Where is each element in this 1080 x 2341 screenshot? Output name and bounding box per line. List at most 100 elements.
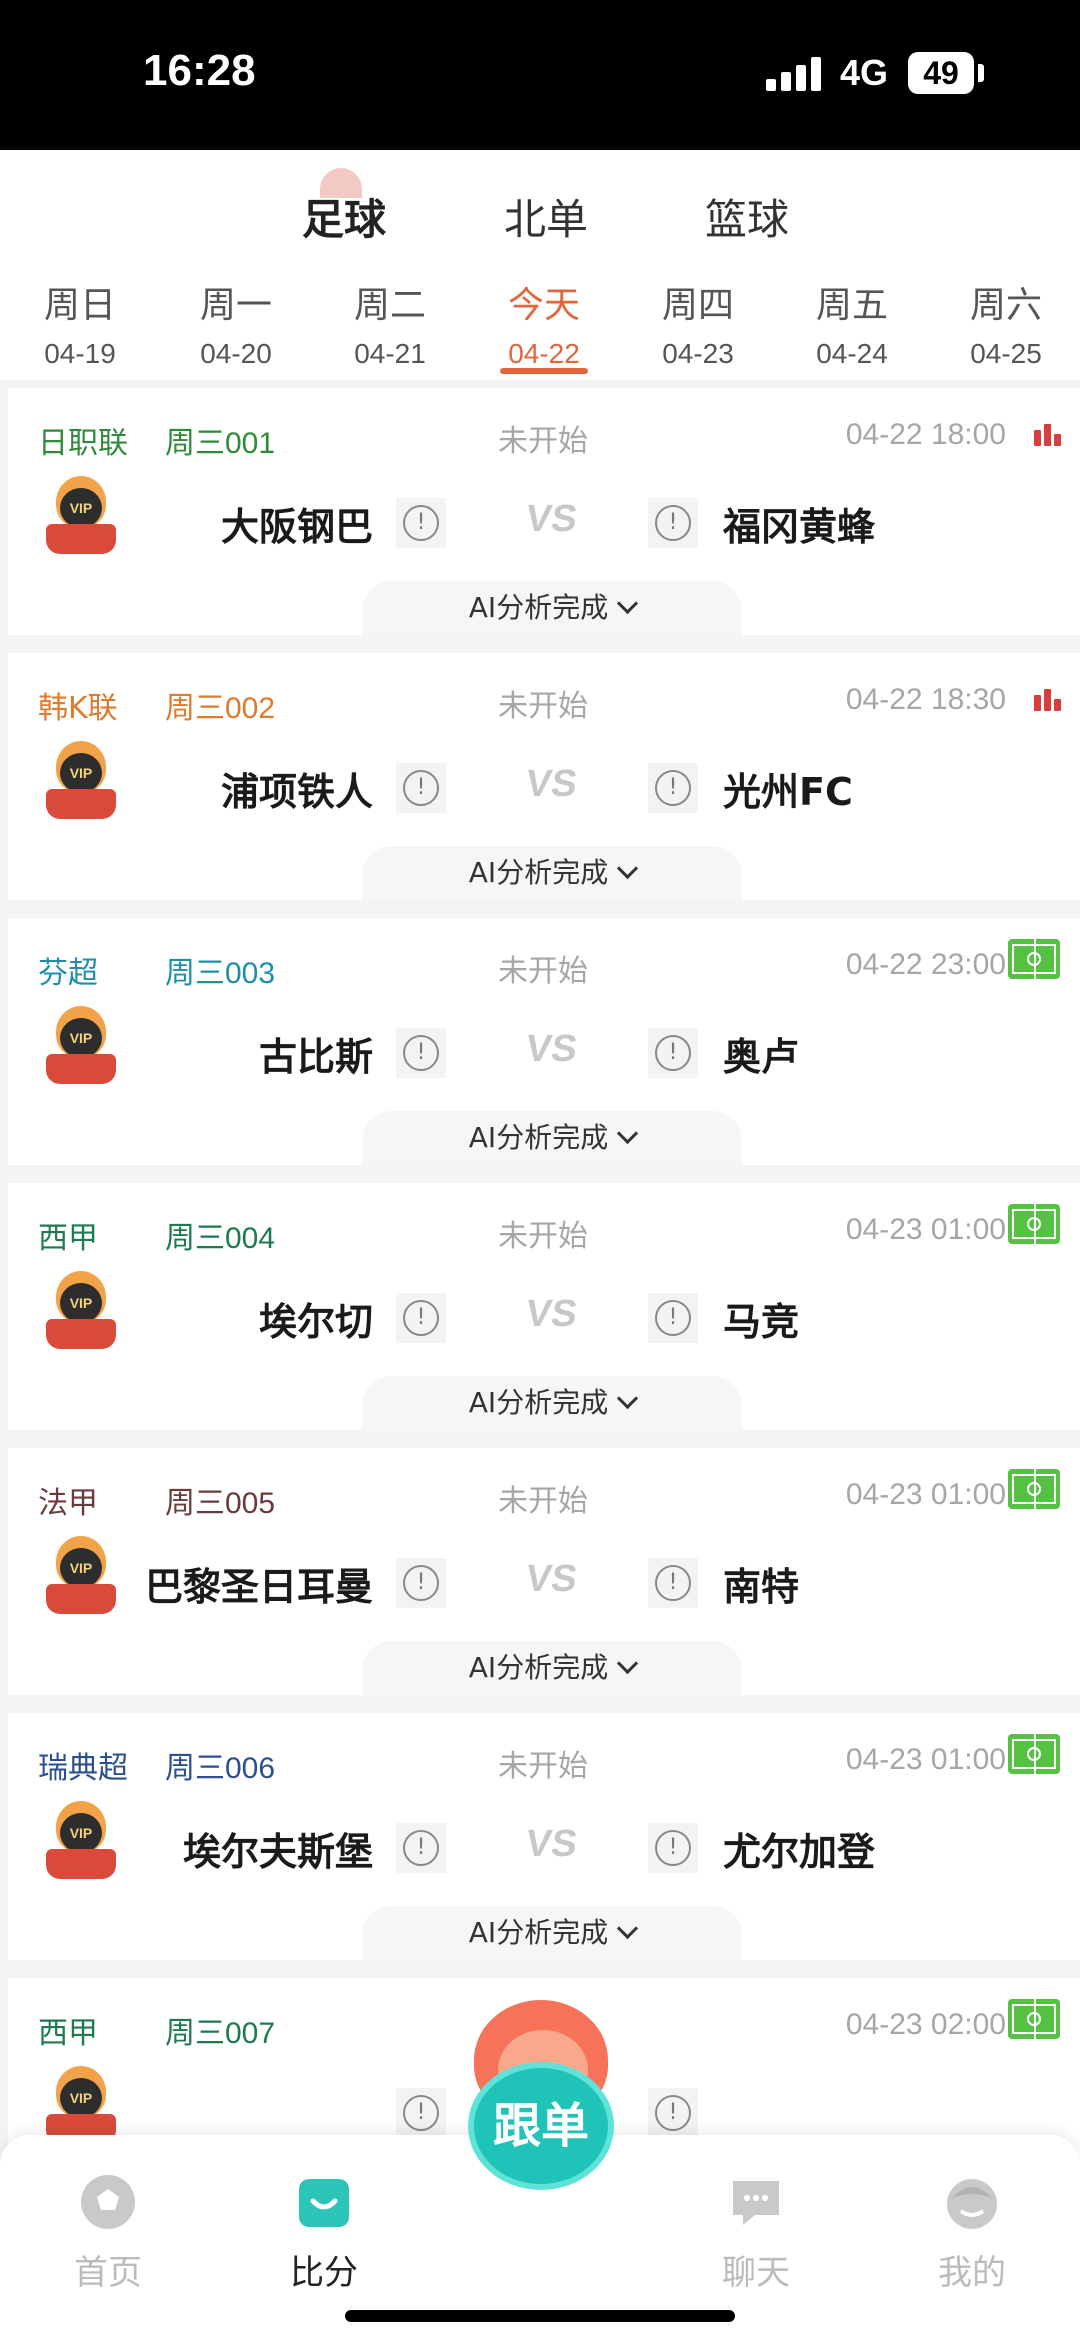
ai-analysis-toggle[interactable]: AI分析完成 <box>362 1641 742 1695</box>
follow-bet-button[interactable]: 跟单 <box>454 2000 628 2190</box>
nav-profile[interactable]: 我的 <box>892 2171 1052 2294</box>
ai-analysis-label: AI分析完成 <box>468 1916 609 1949</box>
pitch-icon[interactable] <box>1008 939 1060 979</box>
tab-basketball[interactable]: 篮球 <box>705 186 789 247</box>
day-date: 04-20 <box>200 338 272 369</box>
day-tab-today[interactable]: 今天 04-22 <box>484 276 604 370</box>
ai-analysis-toggle[interactable]: AI分析完成 <box>362 581 742 635</box>
ai-analysis-toggle[interactable]: AI分析完成 <box>362 1376 742 1430</box>
pitch-icon[interactable] <box>1008 1469 1060 1509</box>
match-card[interactable]: 芬超 周三003 未开始 04-22 23:00 VIP 古比斯! VS! 奥卢 AI分析完成 <box>8 918 1080 1165</box>
ai-analysis-toggle[interactable]: AI分析完成 <box>362 1906 742 1960</box>
info-icon: ! <box>403 2095 439 2131</box>
ai-analysis-toggle[interactable]: AI分析完成 <box>362 846 742 900</box>
vip-book <box>46 1319 116 1349</box>
tab-football[interactable]: 足球 <box>302 186 386 247</box>
away-info-button[interactable]: ! <box>648 498 698 548</box>
away-info-button[interactable]: ! <box>648 1028 698 1078</box>
chevron-down-icon <box>617 1917 639 1940</box>
info-icon: ! <box>403 1035 439 1071</box>
info-icon: ! <box>403 770 439 806</box>
match-status: 未开始 <box>498 689 588 724</box>
nav-home[interactable]: 首页 <box>28 2171 188 2294</box>
away-info-button[interactable]: ! <box>648 763 698 813</box>
vip-badge-icon[interactable]: VIP <box>46 1006 116 1086</box>
home-info-button[interactable]: ! <box>396 2088 446 2138</box>
away-info-button[interactable]: ! <box>648 1823 698 1873</box>
match-card[interactable]: 西甲 周三004 未开始 04-23 01:00 VIP 埃尔切! VS! 马竞 AI分析完成 <box>8 1183 1080 1430</box>
home-team: 埃尔夫斯堡 <box>182 1830 373 1874</box>
nav-scores[interactable]: 比分 <box>244 2171 404 2294</box>
ai-analysis-label: AI分析完成 <box>468 856 609 889</box>
stats-bars-icon[interactable] <box>1034 424 1068 446</box>
home-info-button[interactable]: ! <box>396 1028 446 1078</box>
date-strip: 周日 04-19 周一 04-20 周二 04-21 今天 04-22 周四 04-23 … <box>0 260 1080 380</box>
match-card[interactable]: 韩K联 周三002 未开始 04-22 18:30 VIP 浦项铁人! VS! 光州FC AI分… <box>8 653 1080 900</box>
vip-badge-icon[interactable]: VIP <box>46 1271 116 1351</box>
away-info-button[interactable]: ! <box>648 1293 698 1343</box>
ai-analysis-label: AI分析完成 <box>468 1121 609 1154</box>
info-icon: ! <box>655 1565 691 1601</box>
day-date: 04-21 <box>354 338 426 369</box>
day-weekday: 周五 <box>815 285 888 326</box>
kickoff-time: 04-22 18:00 <box>845 418 1006 451</box>
league-name: 法甲 <box>38 1486 98 1521</box>
day-tab[interactable]: 周六 04-25 <box>946 276 1066 370</box>
pitch-icon[interactable] <box>1008 1734 1060 1774</box>
day-tab[interactable]: 周五 04-24 <box>792 276 912 370</box>
day-weekday: 周一 <box>199 285 272 326</box>
vip-book <box>46 524 116 554</box>
away-info-button[interactable]: ! <box>648 2088 698 2138</box>
day-date: 04-23 <box>662 338 734 369</box>
away-info-button[interactable]: ! <box>648 1558 698 1608</box>
vip-label: VIP <box>60 2078 102 2118</box>
battery-cap <box>978 64 984 82</box>
kickoff-time: 04-23 01:00 <box>845 1478 1006 1511</box>
vip-badge-icon[interactable]: VIP <box>46 741 116 821</box>
vs-label: VS <box>523 498 580 540</box>
pitch-icon[interactable] <box>1008 1999 1060 2039</box>
vip-badge-icon[interactable]: VIP <box>46 1536 116 1616</box>
match-card[interactable]: 日职联 周三001 未开始 04-22 18:00 VIP 大阪钢巴! VS! 福冈黄蜂 AI分… <box>8 388 1080 635</box>
vip-book <box>46 1849 116 1879</box>
vip-badge-icon[interactable]: VIP <box>46 476 116 556</box>
vip-badge-icon[interactable]: VIP <box>46 1801 116 1881</box>
home-info-button[interactable]: ! <box>396 1558 446 1608</box>
vip-badge-icon[interactable]: VIP <box>46 2066 116 2146</box>
match-status: 未开始 <box>498 1219 588 1254</box>
tab-beidan[interactable]: 北单 <box>504 186 588 247</box>
info-icon: ! <box>403 1565 439 1601</box>
kickoff-time: 04-23 02:00 <box>845 2008 1006 2041</box>
day-tab[interactable]: 周一 04-20 <box>176 276 296 370</box>
info-icon: ! <box>655 1300 691 1336</box>
league-name: 芬超 <box>38 956 98 991</box>
home-info-button[interactable]: ! <box>396 1293 446 1343</box>
match-card[interactable]: 法甲 周三005 未开始 04-23 01:00 VIP 巴黎圣日耳曼! VS! 南特 AI分析… <box>8 1448 1080 1695</box>
match-card[interactable]: 瑞典超 周三006 未开始 04-23 01:00 VIP 埃尔夫斯堡! VS! 尤尔加登 AI… <box>8 1713 1080 1960</box>
vip-book <box>46 789 116 819</box>
vip-label: VIP <box>60 1548 102 1588</box>
day-date: 04-22 <box>508 338 580 369</box>
stats-bars-icon[interactable] <box>1034 689 1068 711</box>
day-date: 04-24 <box>816 338 888 369</box>
home-info-button[interactable]: ! <box>396 498 446 548</box>
pitch-icon[interactable] <box>1008 1204 1060 1244</box>
network-type: 4G <box>840 52 889 93</box>
day-tab[interactable]: 周四 04-23 <box>638 276 758 370</box>
vip-label: VIP <box>60 1813 102 1853</box>
day-tab[interactable]: 周二 04-21 <box>330 276 450 370</box>
match-number: 周三006 <box>165 1752 276 1785</box>
scoreboard-icon <box>299 2179 349 2227</box>
home-info-button[interactable]: ! <box>396 763 446 813</box>
match-number: 周三001 <box>165 427 276 460</box>
away-team: 福冈黄蜂 <box>723 505 876 549</box>
status-bar: 16:28 4G 49 <box>0 0 1080 150</box>
match-status: 未开始 <box>498 424 588 459</box>
day-tab[interactable]: 周日 04-19 <box>20 276 140 370</box>
match-number: 周三005 <box>165 1487 276 1520</box>
vs-label: VS <box>523 1293 580 1335</box>
match-status: 未开始 <box>498 954 588 989</box>
ai-analysis-toggle[interactable]: AI分析完成 <box>362 1111 742 1165</box>
nav-chat[interactable]: 聊天 <box>676 2171 836 2294</box>
home-info-button[interactable]: ! <box>396 1823 446 1873</box>
